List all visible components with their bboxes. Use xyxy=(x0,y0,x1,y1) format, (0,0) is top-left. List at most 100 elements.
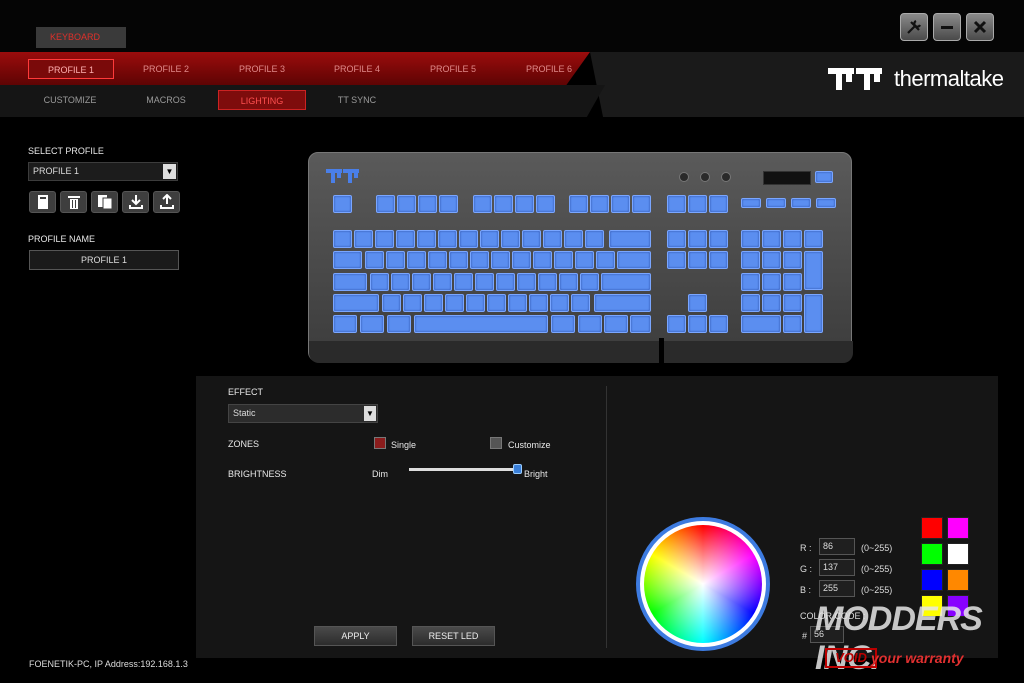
keyboard-key[interactable] xyxy=(551,315,575,333)
keyboard-key[interactable] xyxy=(333,315,357,333)
keyboard-key[interactable] xyxy=(370,273,389,291)
keyboard-key[interactable] xyxy=(517,273,536,291)
color-wheel[interactable] xyxy=(644,525,762,643)
keyboard-key[interactable] xyxy=(333,251,362,269)
keyboard-key[interactable] xyxy=(741,198,761,208)
keyboard-key[interactable] xyxy=(333,230,352,248)
tab-profile-6[interactable]: PROFILE 6 xyxy=(506,59,590,79)
keyboard-key[interactable] xyxy=(333,273,367,291)
keyboard-key[interactable] xyxy=(762,251,781,269)
keyboard-key[interactable] xyxy=(617,251,651,269)
keyboard-key[interactable] xyxy=(741,315,781,333)
device-tab-keyboard[interactable]: KEYBOARD xyxy=(36,27,126,48)
keyboard-key[interactable] xyxy=(459,230,478,248)
tab-tt-sync[interactable]: TT SYNC xyxy=(313,90,401,110)
keyboard-key[interactable] xyxy=(783,230,802,248)
delete-profile-button[interactable] xyxy=(60,191,87,213)
keyboard-key[interactable] xyxy=(688,230,707,248)
apply-button[interactable]: APPLY xyxy=(314,626,397,646)
keyboard-key[interactable] xyxy=(783,251,802,269)
keyboard-key[interactable] xyxy=(611,195,630,213)
close-button[interactable] xyxy=(966,13,994,41)
keyboard-key[interactable] xyxy=(449,251,468,269)
keyboard-key[interactable] xyxy=(804,294,823,333)
tab-profile-4[interactable]: PROFILE 4 xyxy=(314,59,400,79)
keyboard-key[interactable] xyxy=(578,315,602,333)
zone-single-checkbox[interactable] xyxy=(374,437,386,449)
keyboard-key[interactable] xyxy=(783,294,802,312)
keyboard-key[interactable] xyxy=(596,251,615,269)
tab-profile-3[interactable]: PROFILE 3 xyxy=(219,59,305,79)
keyboard-key[interactable] xyxy=(585,230,604,248)
keyboard-key[interactable] xyxy=(445,294,464,312)
keyboard-key[interactable] xyxy=(580,273,599,291)
keyboard-key[interactable] xyxy=(414,315,548,333)
keyboard-key[interactable] xyxy=(407,251,426,269)
keyboard-key[interactable] xyxy=(397,195,416,213)
keyboard-key[interactable] xyxy=(688,315,707,333)
brightness-slider[interactable] xyxy=(409,468,517,471)
keyboard-key[interactable] xyxy=(571,294,590,312)
keyboard-key[interactable] xyxy=(609,230,651,248)
keyboard-key[interactable] xyxy=(791,198,811,208)
keyboard-key[interactable] xyxy=(466,294,485,312)
keyboard-key[interactable] xyxy=(741,273,760,291)
keyboard-key[interactable] xyxy=(487,294,506,312)
keyboard-key[interactable] xyxy=(709,251,728,269)
keyboard-key[interactable] xyxy=(762,294,781,312)
keyboard-key[interactable] xyxy=(533,251,552,269)
settings-button[interactable] xyxy=(900,13,928,41)
keyboard-key[interactable] xyxy=(667,315,686,333)
keyboard-key[interactable] xyxy=(604,315,628,333)
new-profile-button[interactable] xyxy=(29,191,56,213)
keyboard-key[interactable] xyxy=(403,294,422,312)
keyboard-key[interactable] xyxy=(333,294,379,312)
tab-lighting[interactable]: LIGHTING xyxy=(218,90,306,110)
keyboard-key[interactable] xyxy=(412,273,431,291)
tab-macros[interactable]: MACROS xyxy=(122,90,210,110)
keyboard-key[interactable] xyxy=(590,195,609,213)
keyboard-key[interactable] xyxy=(418,195,437,213)
keyboard-key[interactable] xyxy=(491,251,510,269)
keyboard-key[interactable] xyxy=(667,195,686,213)
keyboard-key[interactable] xyxy=(424,294,443,312)
keyboard-key[interactable] xyxy=(594,294,651,312)
keyboard-key[interactable] xyxy=(575,251,594,269)
keyboard-key[interactable] xyxy=(438,230,457,248)
keyboard-key[interactable] xyxy=(454,273,473,291)
keyboard-key[interactable] xyxy=(382,294,401,312)
keyboard-key[interactable] xyxy=(365,251,384,269)
keyboard-key[interactable] xyxy=(783,315,802,333)
keyboard-key[interactable] xyxy=(375,230,394,248)
keyboard-key[interactable] xyxy=(667,230,686,248)
color-swatch[interactable] xyxy=(947,517,969,539)
color-swatch[interactable] xyxy=(947,569,969,591)
effect-select[interactable]: Static ▼ xyxy=(228,404,378,423)
keyboard-key[interactable] xyxy=(376,195,395,213)
copy-profile-button[interactable] xyxy=(91,191,118,213)
keyboard-key[interactable] xyxy=(538,273,557,291)
keyboard-key[interactable] xyxy=(762,273,781,291)
keyboard-key[interactable] xyxy=(688,195,707,213)
color-swatch[interactable] xyxy=(921,517,943,539)
keyboard-key[interactable] xyxy=(630,315,651,333)
keyboard-key[interactable] xyxy=(550,294,569,312)
keyboard-key[interactable] xyxy=(762,230,781,248)
media-round-button[interactable] xyxy=(679,172,689,182)
keyboard-key[interactable] xyxy=(439,195,458,213)
media-round-button[interactable] xyxy=(700,172,710,182)
profile-select[interactable]: PROFILE 1 ▼ xyxy=(28,162,178,181)
keyboard-key[interactable] xyxy=(709,315,728,333)
keyboard-key[interactable] xyxy=(688,251,707,269)
keyboard-key[interactable] xyxy=(470,251,489,269)
keyboard-key[interactable] xyxy=(804,230,823,248)
keyboard-key[interactable] xyxy=(508,294,527,312)
keyboard-key[interactable] xyxy=(688,294,707,312)
keyboard-key[interactable] xyxy=(766,198,786,208)
color-swatch[interactable] xyxy=(947,543,969,565)
keyboard-key[interactable] xyxy=(501,230,520,248)
keyboard-key[interactable] xyxy=(741,294,760,312)
keyboard-key[interactable] xyxy=(709,195,728,213)
tab-profile-1[interactable]: PROFILE 1 xyxy=(28,59,114,79)
keyboard-key[interactable] xyxy=(741,230,760,248)
